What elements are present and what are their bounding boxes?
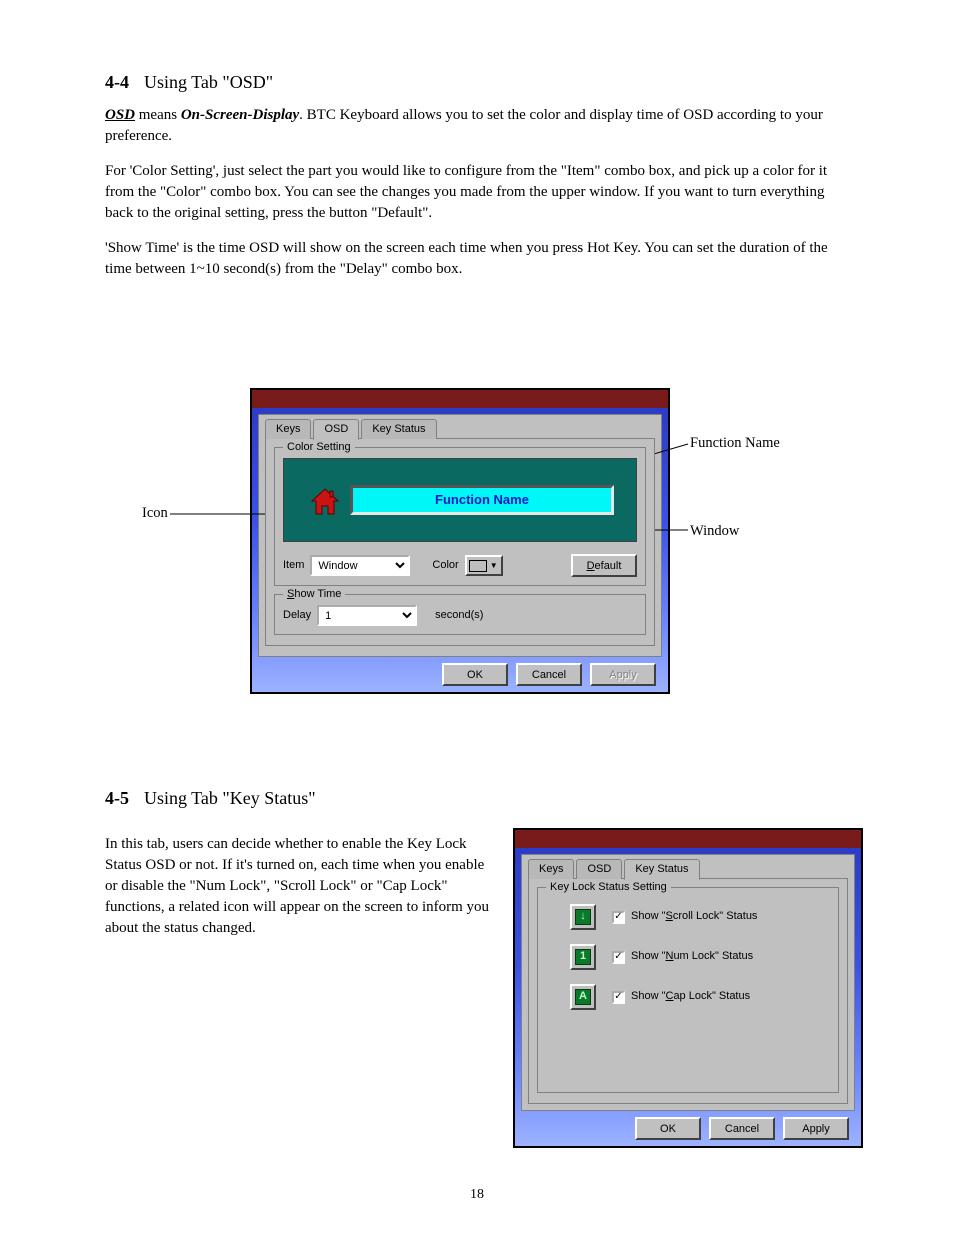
- group-label-keylock: Key Lock Status Setting: [546, 880, 671, 895]
- color-combo[interactable]: ▼: [465, 555, 503, 576]
- cap-lock-label: Show "Cap Lock" Status: [631, 989, 750, 1004]
- callout-window: Window: [690, 521, 739, 541]
- seconds-label: second(s): [435, 608, 483, 623]
- osd-term: OSD: [105, 107, 135, 123]
- group-show-time: Show Time Delay 1 second(s): [274, 594, 646, 635]
- tab-osd-2[interactable]: OSD: [576, 859, 622, 879]
- color-label: Color: [432, 558, 458, 573]
- cap-icon: A: [575, 989, 591, 1005]
- num-lock-label: Show "Num Lock" Status: [631, 949, 753, 964]
- heading-num-2: 4-5: [105, 788, 129, 808]
- tab-keys-2[interactable]: Keys: [528, 859, 574, 879]
- scroll-lock-icon: ↓: [570, 904, 596, 930]
- delay-label: Delay: [283, 608, 311, 623]
- apply-button[interactable]: Apply: [590, 663, 656, 686]
- num-lock-checkbox[interactable]: ✓: [612, 951, 625, 964]
- titlebar-2: [515, 830, 861, 848]
- ok-button[interactable]: OK: [442, 663, 508, 686]
- scroll-lock-label: Show "Scroll Lock" Status: [631, 909, 757, 924]
- item-label: Item: [283, 558, 304, 573]
- delay-combo[interactable]: 1: [317, 605, 417, 626]
- apply-button-2[interactable]: Apply: [783, 1117, 849, 1140]
- heading-num: 4-4: [105, 72, 129, 92]
- osd-dialog: Keys OSD Key Status Color Setting: [250, 388, 670, 694]
- cap-lock-checkbox[interactable]: ✓: [612, 991, 625, 1004]
- group-label-showtime: Show Time: [283, 587, 345, 602]
- section-4-4-heading: 4-4 Using Tab "OSD": [105, 70, 854, 95]
- osd-paragraph-3: 'Show Time' is the time OSD will show on…: [105, 238, 854, 280]
- function-name-text: Function Name: [435, 491, 529, 509]
- osd-paragraph-2: For 'Color Setting', just select the par…: [105, 161, 854, 224]
- osd-paragraph-1: OSD means On-Screen-Display. BTC Keyboar…: [105, 105, 854, 147]
- group-key-lock: Key Lock Status Setting ↓ ✓ Show "Scroll…: [537, 887, 839, 1093]
- cancel-button-2[interactable]: Cancel: [709, 1117, 775, 1140]
- cancel-button[interactable]: Cancel: [516, 663, 582, 686]
- heading-text-2: Using Tab "Key Status": [144, 788, 316, 808]
- titlebar: [252, 390, 668, 408]
- color-swatch: [469, 560, 487, 572]
- group-label-color: Color Setting: [283, 440, 355, 455]
- cap-lock-icon: A: [570, 984, 596, 1010]
- tab-osd[interactable]: OSD: [313, 419, 359, 440]
- num-icon: 1: [575, 949, 591, 965]
- house-icon: [310, 487, 340, 517]
- arrow-down-icon: ↓: [575, 909, 591, 925]
- num-lock-icon: 1: [570, 944, 596, 970]
- tab-key-status[interactable]: Key Status: [361, 419, 436, 439]
- tab-bar: Keys OSD Key Status: [265, 419, 655, 439]
- section-4-5-heading: 4-5 Using Tab "Key Status": [105, 786, 855, 811]
- chevron-down-icon: ▼: [489, 560, 499, 571]
- heading-text: Using Tab "OSD": [144, 72, 273, 92]
- keystatus-paragraph: In this tab, users can decide whether to…: [105, 834, 499, 939]
- ok-button-2[interactable]: OK: [635, 1117, 701, 1140]
- osd-expansion: On-Screen-Display: [181, 107, 299, 123]
- tab-key-status-2[interactable]: Key Status: [624, 859, 699, 880]
- default-button[interactable]: Default: [571, 554, 637, 577]
- key-status-dialog: Keys OSD Key Status Key Lock Status Sett…: [513, 828, 863, 1148]
- function-name-preview: Function Name: [350, 485, 614, 515]
- callout-icon: Icon: [142, 503, 168, 523]
- item-combo[interactable]: Window: [310, 555, 410, 576]
- tab-keys[interactable]: Keys: [265, 419, 311, 439]
- group-color-setting: Color Setting Function Name: [274, 447, 646, 586]
- scroll-lock-checkbox[interactable]: ✓: [612, 911, 625, 924]
- page-number: 18: [0, 1185, 954, 1205]
- tab-bar-2: Keys OSD Key Status: [528, 859, 848, 879]
- callout-function-name: Function Name: [690, 433, 780, 453]
- osd-preview-area: Function Name: [283, 458, 637, 542]
